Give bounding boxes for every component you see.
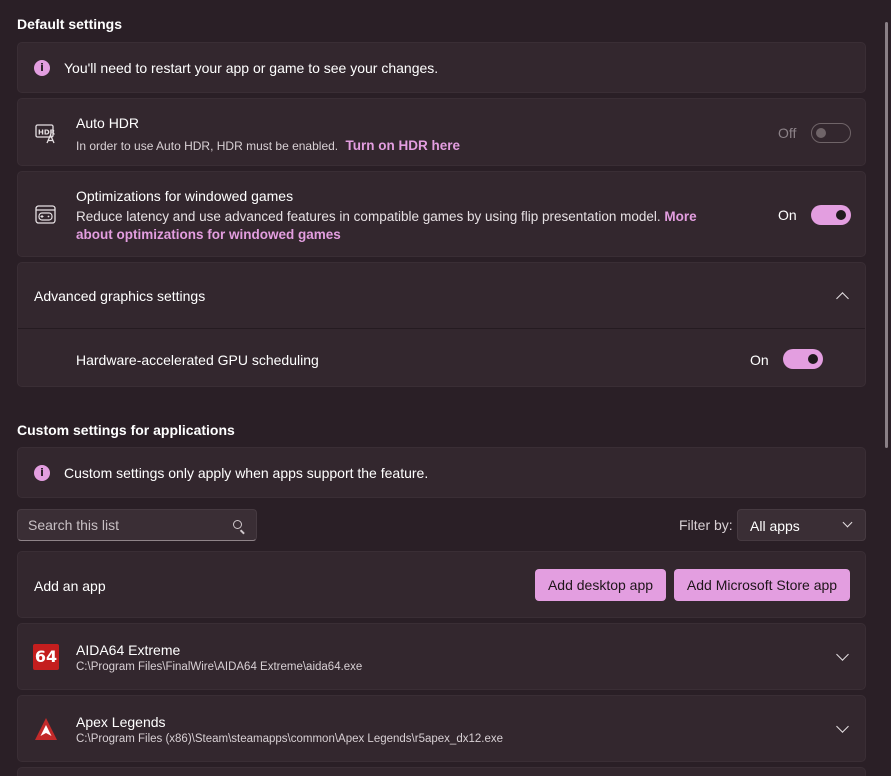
app-row[interactable]: 64 AIDA64 Extreme C:\Program Files\Final… (17, 623, 866, 690)
custom-notice-text: Custom settings only apply when apps sup… (64, 465, 429, 481)
search-box[interactable] (17, 509, 257, 541)
custom-settings-title: Custom settings for applications (17, 422, 235, 438)
app-path: C:\Program Files (x86)\Steam\steamapps\c… (76, 733, 503, 745)
app-path: C:\Program Files\FinalWire\AIDA64 Extrem… (76, 661, 363, 673)
restart-notice-card: i You'll need to restart your app or gam… (17, 42, 866, 93)
svg-text:HDR: HDR (38, 129, 56, 137)
app-row[interactable] (17, 767, 866, 776)
custom-notice-card: i Custom settings only apply when apps s… (17, 447, 866, 498)
default-settings-title: Default settings (17, 16, 123, 32)
add-app-card: Add an app Add desktop app Add Microsoft… (17, 551, 866, 618)
scrollbar[interactable] (885, 22, 888, 448)
turn-on-hdr-link[interactable]: Turn on HDR here (345, 138, 460, 153)
windowed-opt-toggle[interactable] (811, 205, 851, 225)
more-link-part2: about optimizations for windowed games (76, 227, 341, 242)
auto-hdr-description-text: In order to use Auto HDR, HDR must be en… (76, 139, 339, 153)
filter-label: Filter by: (679, 517, 733, 533)
apex-legends-app-icon (35, 718, 57, 740)
search-input[interactable] (28, 517, 228, 533)
aida64-app-icon: 64 (33, 644, 59, 670)
windowed-optimizations-card: Optimizations for windowed games Reduce … (17, 171, 866, 257)
windowed-opt-description-text: Reduce latency and use advanced features… (76, 209, 661, 224)
add-store-app-button[interactable]: Add Microsoft Store app (674, 569, 850, 601)
gpu-scheduling-state-label: On (750, 352, 769, 368)
info-icon: i (34, 60, 50, 76)
chevron-down-icon (842, 517, 853, 528)
auto-hdr-state-label: Off (778, 125, 797, 141)
toggle-knob (836, 210, 846, 220)
app-name: AIDA64 Extreme (76, 642, 181, 658)
auto-hdr-description: In order to use Auto HDR, HDR must be en… (76, 138, 460, 153)
windowed-opt-state-label: On (778, 207, 797, 223)
filter-dropdown[interactable]: All apps (737, 509, 866, 541)
windowed-opt-description: Reduce latency and use advanced features… (76, 208, 736, 244)
chevron-down-icon[interactable] (836, 648, 849, 661)
toggle-knob (808, 354, 818, 364)
auto-hdr-title: Auto HDR (76, 115, 140, 131)
more-link-part1: More (664, 209, 697, 224)
graphics-settings-page: Default settings i You'll need to restar… (0, 0, 891, 776)
add-app-label: Add an app (34, 578, 106, 594)
add-desktop-app-button[interactable]: Add desktop app (535, 569, 666, 601)
auto-hdr-card: HDR Auto HDR In order to use Auto HDR, H… (17, 98, 866, 166)
gpu-scheduling-toggle[interactable] (783, 349, 823, 369)
gpu-scheduling-title: Hardware-accelerated GPU scheduling (76, 352, 319, 368)
advanced-graphics-title: Advanced graphics settings (34, 288, 206, 304)
app-row[interactable]: Apex Legends C:\Program Files (x86)\Stea… (17, 695, 866, 762)
advanced-graphics-card: Advanced graphics settings Hardware-acce… (17, 262, 866, 387)
info-icon: i (34, 465, 50, 481)
restart-notice-text: You'll need to restart your app or game … (64, 60, 439, 76)
filter-value: All apps (750, 518, 800, 534)
hdr-icon: HDR (35, 124, 56, 144)
toggle-knob (816, 128, 826, 138)
windowed-opt-title: Optimizations for windowed games (76, 188, 294, 204)
chevron-up-icon (836, 292, 849, 305)
auto-hdr-toggle[interactable] (811, 123, 851, 143)
search-icon[interactable] (233, 520, 242, 529)
chevron-down-icon[interactable] (836, 720, 849, 733)
app-name: Apex Legends (76, 714, 166, 730)
advanced-graphics-header[interactable]: Advanced graphics settings (18, 263, 865, 329)
windowed-games-icon (35, 205, 56, 224)
